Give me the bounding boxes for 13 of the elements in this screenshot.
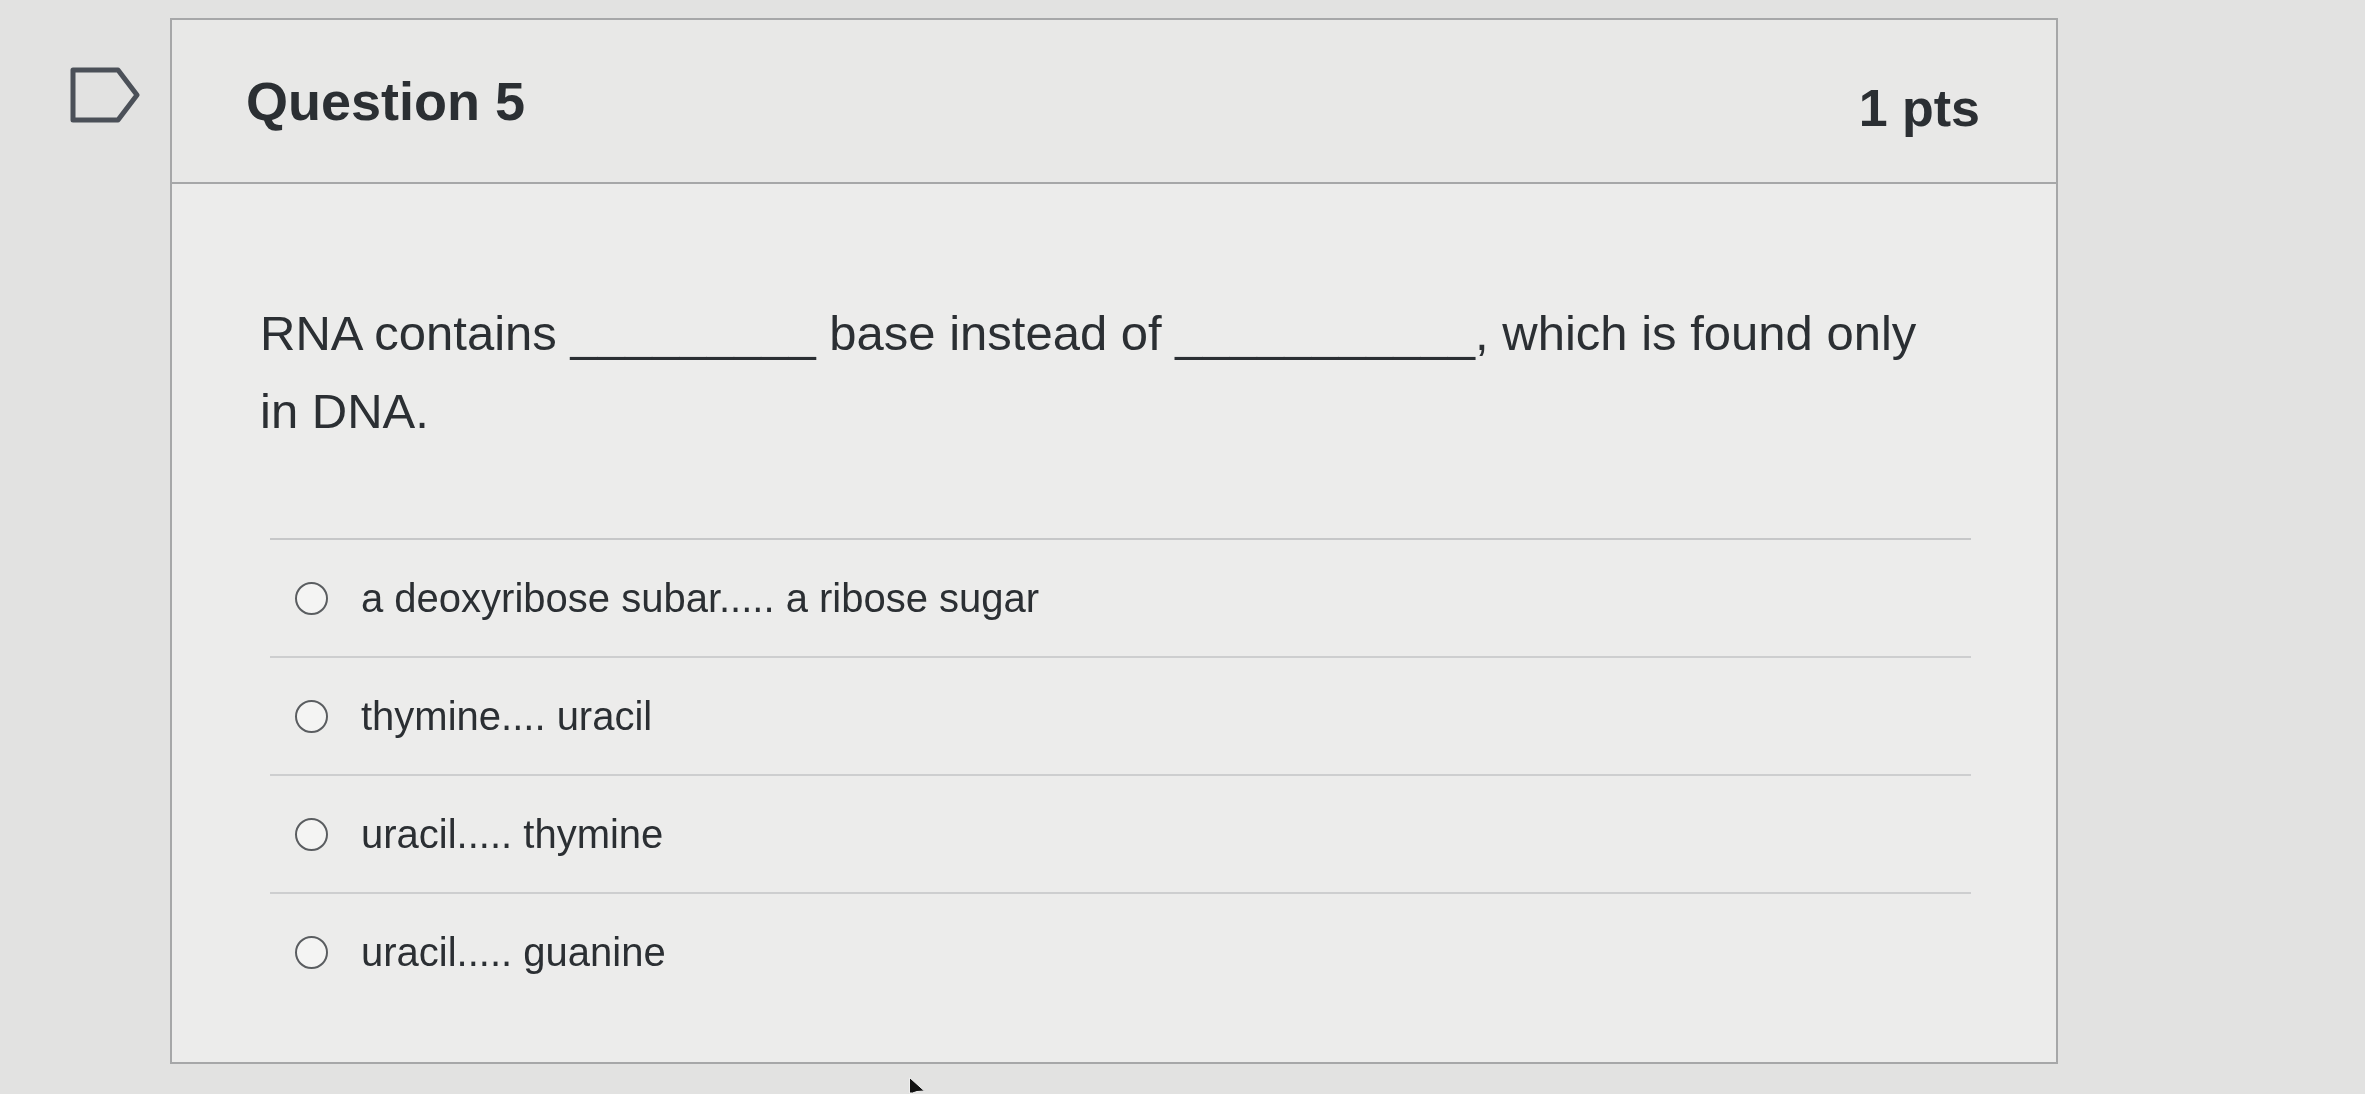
points-label: 1 pts <box>1858 78 1980 138</box>
radio-button[interactable] <box>295 699 328 733</box>
radio-button[interactable] <box>295 935 328 969</box>
answer-label[interactable]: uracil..... guanine <box>361 929 666 975</box>
radio-button[interactable] <box>295 817 328 851</box>
answer-label[interactable]: a deoxyribose subar..... a ribose sugar <box>361 575 1040 621</box>
flag-icon[interactable] <box>70 67 140 123</box>
answer-label[interactable]: thymine.... uracil <box>361 693 653 739</box>
radio-button[interactable] <box>295 581 328 615</box>
question-title: Question 5 <box>246 70 526 132</box>
cursor-icon <box>908 1076 926 1094</box>
answer-label[interactable]: uracil..... thymine <box>361 811 664 857</box>
question-text: RNA contains _________ base instead of ___________, which is found only in DNA. <box>260 305 1918 440</box>
